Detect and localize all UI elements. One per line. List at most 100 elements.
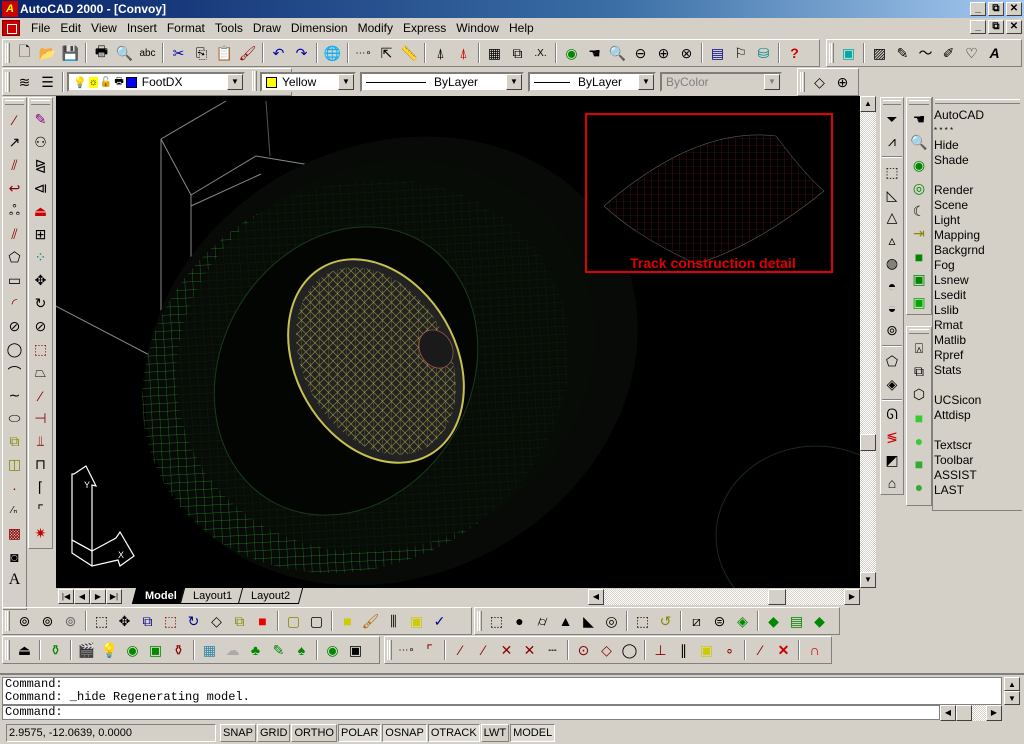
donut-icon[interactable]: ◯ [3,338,26,361]
materials-library-icon[interactable]: ⍓ [908,337,931,360]
first-tab-button[interactable]: |◀ [58,589,74,604]
help-icon[interactable]: ? [783,42,806,64]
model-toggle[interactable]: MODEL [510,724,556,742]
mapping-icon[interactable]: ■ [908,245,931,268]
ucs-icon[interactable]: ⇱ [375,42,398,64]
menu-express[interactable]: Express [398,21,451,35]
app-minimize-button[interactable]: _ [970,2,986,16]
solid-cylinder-icon[interactable]: ⌭ [531,610,554,632]
screen-menu-item[interactable]: AutoCAD [934,108,985,123]
named-views-2-icon[interactable]: ⍋ [452,42,475,64]
snap-center-icon[interactable]: ⊙ [572,639,595,661]
imprint-icon[interactable]: ■ [336,610,359,632]
ucs-x-icon[interactable]: .X. [529,42,552,64]
snap-nearest-icon[interactable]: ⁄ [749,639,772,661]
doc-close-button[interactable]: ✕ [1006,20,1022,34]
undo-icon[interactable]: ↶ [267,42,290,64]
render-icon[interactable]: ◎ [908,177,931,200]
draworder-icon[interactable]: ▣ [837,42,860,64]
edit-polyline-icon[interactable]: ✎ [891,42,914,64]
menu-view[interactable]: View [86,21,122,35]
snap-perpendicular-icon[interactable]: ⊥ [649,639,672,661]
cmd-scroll-left[interactable]: ◀ [940,705,956,721]
menu-format[interactable]: Format [162,21,210,35]
statistics-icon[interactable]: ⧉ [908,360,931,383]
zoom-icon[interactable]: 🔍 [908,131,931,154]
zoom-window-icon[interactable]: ⊖ [629,42,652,64]
next-tab-button[interactable]: ▶ [90,589,106,604]
break-icon[interactable]: ⫫ [29,430,52,453]
horizontal-scroll-thumb[interactable] [768,589,786,605]
osnap-settings-icon[interactable]: ∩ [803,639,826,661]
trim-icon[interactable]: ⁄ [29,384,52,407]
light-icon[interactable]: ⇥ [908,222,931,245]
linetype-dropdown[interactable]: ByLayer ▼ [360,72,524,92]
chevron-down-icon[interactable]: ▼ [638,74,654,90]
polar-toggle[interactable]: POLAR [338,724,382,742]
print-preview-icon[interactable]: 🔍 [113,42,136,64]
taper-faces-icon[interactable]: ◇ [205,610,228,632]
fillet-2-icon[interactable]: ⌜ [29,499,52,522]
ucs-cube-icon[interactable]: ⬡ [908,383,931,406]
screen-menu-item[interactable]: ASSIST [934,468,985,483]
screen-menu-item[interactable]: Mapping [934,228,985,243]
plan-view-icon[interactable]: ⩘ [881,131,904,154]
box-icon[interactable]: ⬚ [881,161,904,184]
solid-box-icon[interactable]: ⬚ [485,610,508,632]
mapping-2-icon[interactable]: ⚱ [167,639,190,661]
point-icon[interactable]: · [3,476,26,499]
menu-insert[interactable]: Insert [122,21,162,35]
edit-attribute-icon[interactable]: ♡ [960,42,983,64]
scroll-left-button[interactable]: ◀ [588,589,604,605]
rectangle-icon[interactable]: ⫽ [3,223,26,246]
command-input[interactable]: Command: [2,705,940,720]
scale-icon[interactable]: ⊘ [29,315,52,338]
polyline-icon[interactable]: ↩ [3,177,26,200]
named-views-3-icon[interactable]: ⧉ [506,42,529,64]
tab-layout2[interactable]: Layout2 [237,588,304,604]
color-edges-icon[interactable]: ▢ [305,610,328,632]
extend-icon[interactable]: ⊣ [29,407,52,430]
erase-icon[interactable]: ✎ [29,108,52,131]
edge-icon[interactable]: ⬠ [881,350,904,373]
fog-2-icon[interactable]: ☁ [221,639,244,661]
screen-menu-item[interactable]: Light [934,213,985,228]
chamfer-icon[interactable]: ⊓ [29,453,52,476]
snap-tangent-icon[interactable]: ◯ [618,639,641,661]
section-icon[interactable]: ⊜ [708,610,731,632]
revolve-icon[interactable]: ↺ [654,610,677,632]
clean-icon[interactable]: 🖌 [359,610,382,632]
screen-menu-item[interactable]: Textscr [934,438,985,453]
setup-profile-icon[interactable]: ◆ [808,610,831,632]
lengthen-icon[interactable]: ⏢ [29,361,52,384]
scroll-right-button[interactable]: ▶ [844,589,860,605]
rotate-faces-icon[interactable]: ↻ [182,610,205,632]
edit-multiline-icon[interactable]: ✐ [937,42,960,64]
materials-library-2-icon[interactable]: ▣ [144,639,167,661]
construction-line-icon[interactable]: ↗ [3,131,26,154]
tabulated-surface-icon[interactable]: ≶ [881,426,904,449]
design-center-icon[interactable]: ⚐ [729,42,752,64]
screen-menu-item[interactable]: Scene [934,198,985,213]
color-dropdown[interactable]: Yellow ▼ [260,72,356,92]
stretch-icon[interactable]: ⬚ [29,338,52,361]
match-properties-icon[interactable]: 🖌 [236,42,259,64]
otrack-toggle[interactable]: OTRACK [427,724,480,742]
save-icon[interactable]: 💾 [59,42,82,64]
multiline-text-icon[interactable]: A [3,568,26,591]
history-scroll-up[interactable]: ▲ [1004,677,1020,691]
3d-mesh-icon[interactable]: ◈ [881,373,904,396]
mirror-icon[interactable]: ⧎ [29,154,52,177]
osnap-toggle[interactable]: OSNAP [382,724,427,742]
copy-edges-icon[interactable]: ▢ [282,610,305,632]
polygon-icon[interactable]: ஃ [3,200,26,223]
distance-icon[interactable]: 📏 [398,42,421,64]
snap-none-icon[interactable]: ✕ [772,639,795,661]
dish-icon[interactable]: ◒ [881,297,904,320]
ortho-toggle[interactable]: ORTHO [291,724,337,742]
snap-parallel-icon[interactable]: ∥ [672,639,695,661]
extrude-faces-icon[interactable]: ⬚ [90,610,113,632]
target-icon[interactable]: ⊕ [831,71,854,93]
rotate-icon[interactable]: ↻ [29,292,52,315]
temp-tracking-icon[interactable]: ⋯∘ [395,639,418,661]
